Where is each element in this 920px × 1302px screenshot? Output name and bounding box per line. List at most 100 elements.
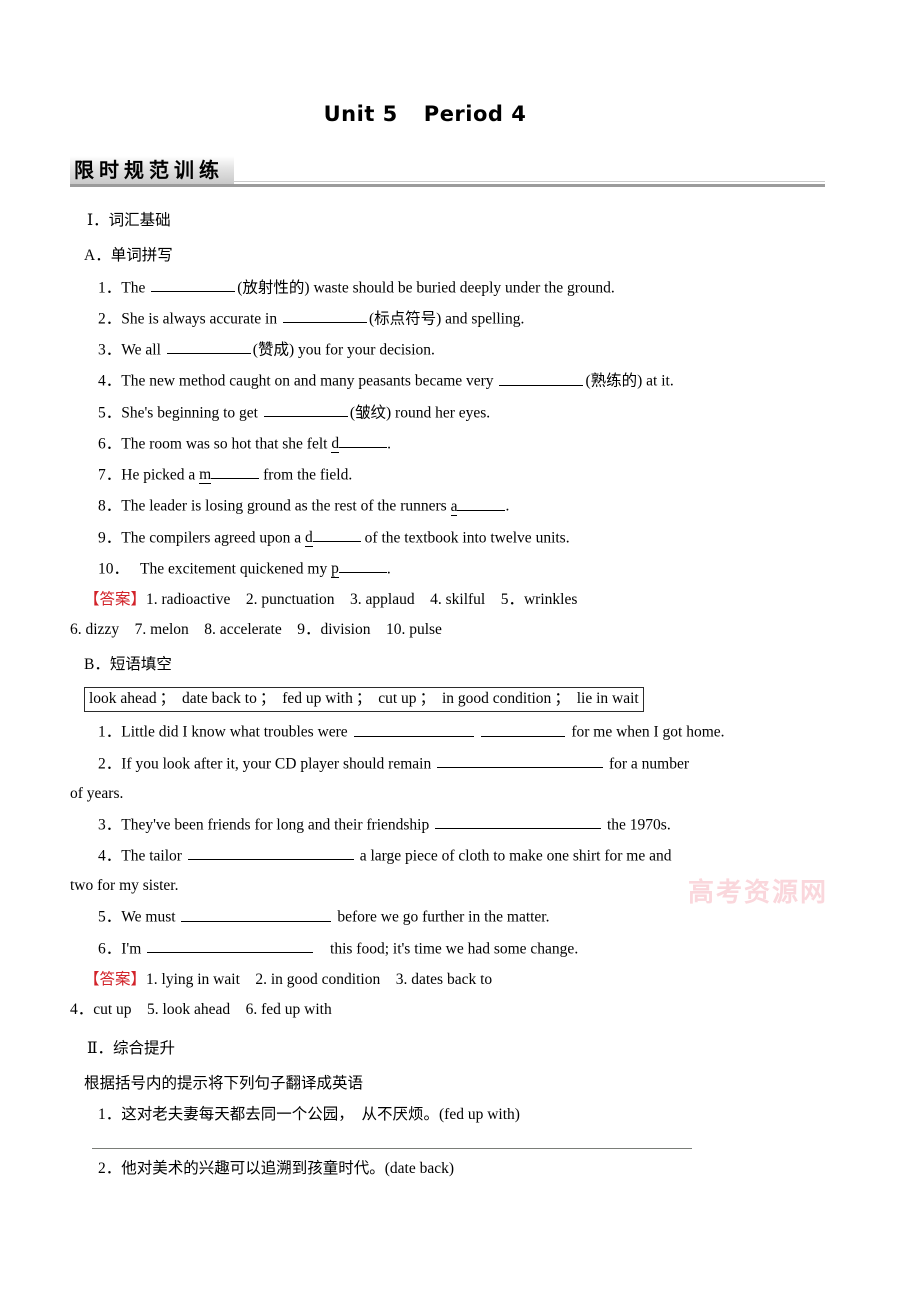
page-title: Unit 5 Period 4 xyxy=(70,0,850,125)
item-number: 6． xyxy=(98,939,122,957)
item-number: 6． xyxy=(98,435,122,452)
answer-blank[interactable] xyxy=(435,814,602,830)
item-text-pre: The excitement quickened my xyxy=(140,560,328,577)
question-item: 2．If you look after it, your CD player s… xyxy=(70,744,850,775)
answer-blank[interactable] xyxy=(263,402,348,417)
item-number: 4． xyxy=(98,372,122,390)
item-text-pre: They've been friends for long and their … xyxy=(121,816,430,834)
question-item: 5．We must before we go further in the ma… xyxy=(70,897,850,928)
phrase-bank-item: date back to xyxy=(181,690,257,708)
phrase-bank-item: fed up with xyxy=(282,690,353,708)
question-item: 9．The compilers agreed upon a d of the t… xyxy=(70,518,850,549)
item-text-pre: The tailor xyxy=(121,847,182,865)
answer-blank[interactable] xyxy=(151,277,236,292)
answer-block-cont: 4．cut up 5. look ahead 6. fed up with xyxy=(70,1000,332,1018)
item-continuation: of years. xyxy=(70,784,124,802)
item-text: 他对美术的兴趣可以追溯到孩童时代。(date back) xyxy=(121,1160,455,1178)
item-text-post: waste should be buried deeply under the … xyxy=(313,278,615,296)
item-hint: (标点符号) xyxy=(368,310,442,327)
item-number: 2． xyxy=(98,754,122,772)
answer-blank[interactable] xyxy=(147,938,314,953)
question-item: 2．She is always accurate in (标点符号) and s… xyxy=(70,299,850,330)
phrase-bank-item: in good condition xyxy=(441,690,552,708)
item-text-post: for me when I got home. xyxy=(571,723,725,741)
item-number: 3． xyxy=(98,341,122,359)
item-text-pre: We all xyxy=(121,341,161,359)
item-text-post: round her eyes. xyxy=(395,403,491,421)
item-letter-hint: p xyxy=(331,560,339,578)
item-text-post: you for your decision. xyxy=(297,341,435,359)
item-text-post: before we go further in the matter. xyxy=(337,908,550,926)
item-continuation: two for my sister. xyxy=(70,877,179,895)
question-item: 4．The new method caught on and many peas… xyxy=(70,361,850,392)
item-text-post: at it. xyxy=(646,372,674,390)
item-text-post: . xyxy=(387,435,391,452)
question-item: 1．Little did I know what troubles were f… xyxy=(70,712,850,743)
banner-title: 限时规范训练 xyxy=(70,156,234,184)
item-text-pre: The leader is losing ground as the rest … xyxy=(121,497,447,515)
answer-blank[interactable] xyxy=(499,370,584,386)
answer-blank[interactable] xyxy=(187,845,354,861)
item-text-post: a large piece of cloth to make one shirt… xyxy=(359,847,672,865)
question-item: 7．He picked a m from the field. xyxy=(70,455,850,486)
answer-block-cont: 6. dizzy 7. melon 8. accelerate 9．divisi… xyxy=(70,621,442,638)
item-text-pre: He picked a xyxy=(121,466,196,484)
item-text-pre: She is always accurate in xyxy=(121,310,278,327)
answer-blank[interactable] xyxy=(353,721,474,737)
item-text-post: and spelling. xyxy=(445,310,525,327)
item-number: 10． xyxy=(98,560,130,577)
question-item: 5．She's beginning to get (皱纹) round her … xyxy=(70,393,850,424)
answer-blank[interactable] xyxy=(312,527,361,542)
phrase-bank-item: look ahead xyxy=(89,690,157,708)
unit-label: Unit 5 xyxy=(323,102,398,126)
question-item: 6．I'm this food; it's time we had some c… xyxy=(70,929,850,960)
item-text-pre: Little did I know what troubles were xyxy=(121,723,348,741)
question-item: 3．We all (赞成) you for your decision. xyxy=(70,330,850,361)
question-item: 8．The leader is losing ground as the res… xyxy=(70,486,850,517)
answer-blank[interactable] xyxy=(211,464,260,480)
separator: ； xyxy=(554,690,570,708)
answer-blank[interactable] xyxy=(181,906,332,922)
answer-blank[interactable] xyxy=(166,339,251,355)
item-text-post: for a number xyxy=(608,754,690,772)
item-hint: (放射性的) xyxy=(237,278,310,296)
item-text-pre: The room was so hot that she felt xyxy=(121,435,328,452)
answer-tag: 【答案】 xyxy=(84,591,147,608)
answer-blank[interactable] xyxy=(282,308,367,323)
answer-blank[interactable] xyxy=(457,495,506,511)
answer-blank[interactable] xyxy=(339,433,388,448)
item-number: 1． xyxy=(98,1106,122,1124)
item-number: 7． xyxy=(98,466,122,484)
translation-item: 1．这对老夫妻每天都去同一个公园， 从不厌烦。(fed up with) xyxy=(70,1095,850,1126)
item-text-pre: The xyxy=(121,278,146,296)
section-ii-instruction: 根据括号内的提示将下列句子翻译成英语 xyxy=(84,1075,364,1093)
item-text-post: from the field. xyxy=(263,466,353,484)
item-number: 9． xyxy=(98,528,122,546)
part-a-heading: A．单词拼写 xyxy=(84,247,173,265)
item-letter-hint: d xyxy=(331,435,340,453)
section-ii-heading: Ⅱ．综合提升 xyxy=(87,1039,176,1057)
answer-blank[interactable] xyxy=(338,558,387,573)
answer-blank[interactable] xyxy=(437,753,604,768)
question-item: 3．They've been friends for long and thei… xyxy=(70,805,850,836)
separator: ； xyxy=(259,690,276,708)
answer-text: 1. lying in wait 2. in good condition 3.… xyxy=(146,970,493,988)
item-letter-hint: d xyxy=(305,528,313,547)
item-number: 5． xyxy=(98,403,122,421)
item-text-pre: The new method caught on and many peasan… xyxy=(121,372,494,390)
item-hint: (赞成) xyxy=(252,341,295,359)
answer-blank[interactable] xyxy=(481,721,566,737)
item-letter-hint: m xyxy=(199,466,212,485)
banner-rule xyxy=(70,184,825,187)
item-number: 5． xyxy=(98,908,122,926)
item-text-post: of the textbook into twelve units. xyxy=(364,528,570,546)
answer-block: 【答案】1. lying in wait 2. in good conditio… xyxy=(70,960,850,991)
answer-tag: 【答案】 xyxy=(84,970,147,988)
item-number: 1． xyxy=(98,723,122,741)
item-text-pre: She's beginning to get xyxy=(121,403,258,421)
item-text: 这对老夫妻每天都去同一个公园， 从不厌烦。(fed up with) xyxy=(121,1106,520,1124)
question-item: 1．The (放射性的) waste should be buried deep… xyxy=(70,268,850,299)
item-number: 4． xyxy=(98,847,122,865)
item-number: 1． xyxy=(98,278,122,296)
item-letter-hint: a xyxy=(450,497,458,516)
